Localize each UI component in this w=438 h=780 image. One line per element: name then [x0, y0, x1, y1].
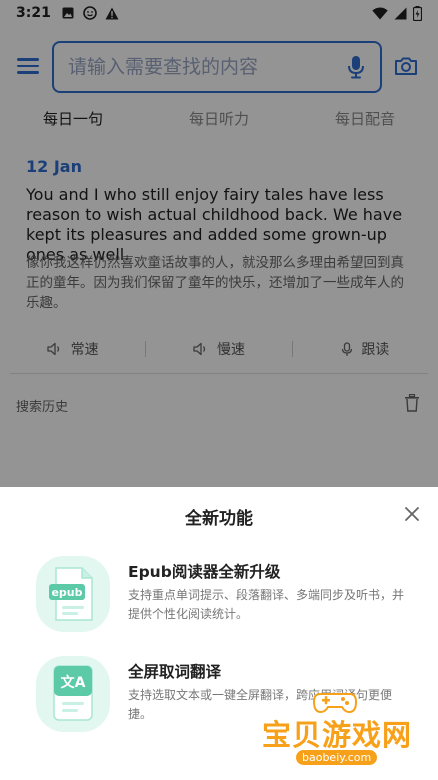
watermark-text: 宝贝游戏网 [262, 718, 413, 752]
close-icon[interactable] [404, 506, 420, 522]
feature-title: Epub阅读器全新升级 [128, 563, 281, 581]
sheet-title: 全新功能 [185, 509, 253, 529]
translate-icon: 文A [36, 656, 110, 732]
epub-icon-label: epub [51, 586, 82, 599]
feature-description: 支持重点单词提示、段落翻译、多端同步及听书，并提供个性化阅读统计。 [128, 588, 405, 621]
feature-epub-reader[interactable]: epub Epub阅读器全新升级 支持重点单词提示、段落翻译、多端同步及听书，并… [0, 556, 438, 636]
epub-icon: epub [36, 556, 110, 632]
watermark-url: baobeiy.com [296, 750, 378, 765]
feature-title: 全屏取词翻译 [128, 663, 222, 681]
modal-backdrop[interactable] [0, 0, 438, 487]
translate-icon-label: 文A [61, 674, 86, 691]
watermark: 宝贝游戏网 baobeiy.com [262, 690, 438, 780]
